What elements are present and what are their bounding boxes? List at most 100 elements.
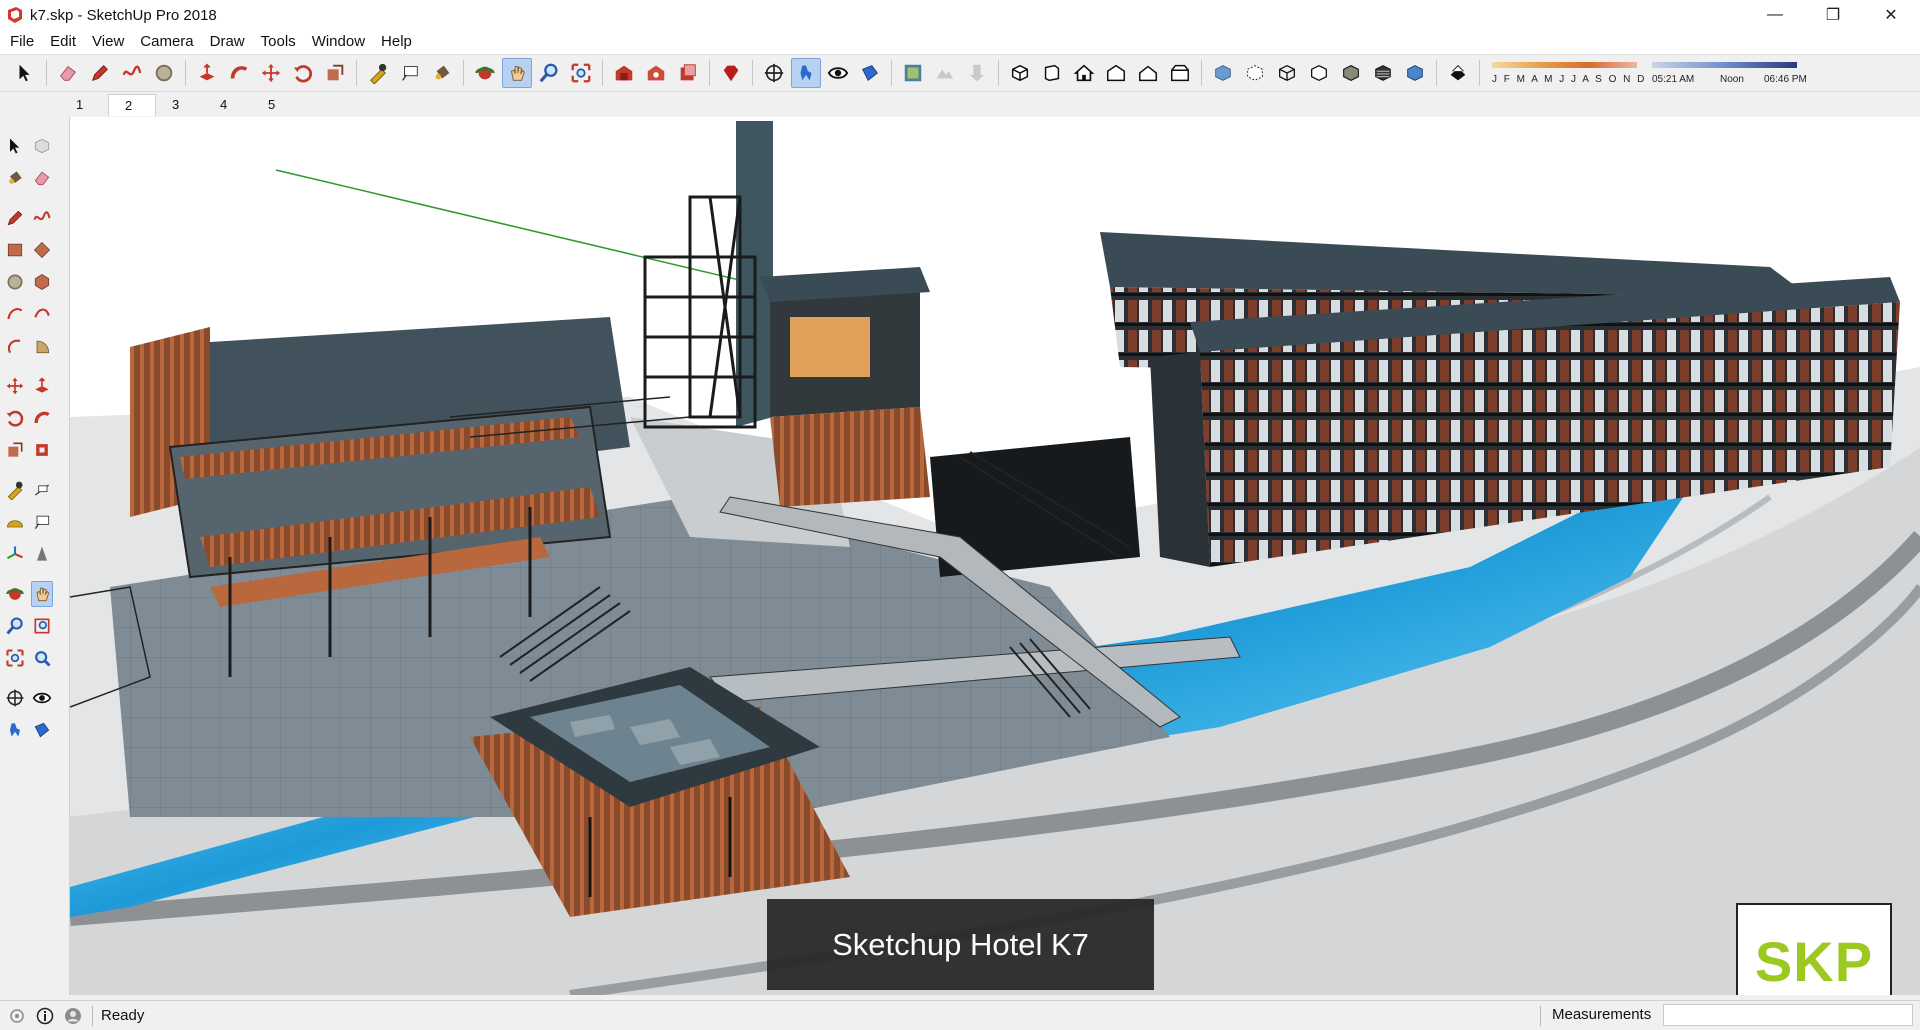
zoom-extents-tool-button[interactable] <box>5 645 26 671</box>
menu-draw[interactable]: Draw <box>202 30 253 54</box>
tape-measure-tool-button[interactable] <box>5 477 26 503</box>
shadow-time-slider[interactable]: 05:21 AM Noon 06:46 PM <box>1652 56 1807 90</box>
text-button[interactable] <box>395 58 425 88</box>
menu-camera[interactable]: Camera <box>132 30 201 54</box>
scene-tab-3[interactable]: 3 <box>156 94 204 116</box>
walk-button[interactable] <box>791 58 821 88</box>
rotate-tool-button[interactable] <box>5 405 26 431</box>
wireframe-button[interactable] <box>1272 58 1302 88</box>
scene-tab-5[interactable]: 5 <box>252 94 300 116</box>
look-around-button[interactable] <box>823 58 853 88</box>
shaded-button[interactable] <box>1336 58 1366 88</box>
follow-me-button[interactable] <box>224 58 254 88</box>
shaded-texture-button[interactable] <box>1368 58 1398 88</box>
ruby-button[interactable] <box>716 58 746 88</box>
layout-button[interactable] <box>673 58 703 88</box>
extension-warehouse-button[interactable] <box>641 58 671 88</box>
select-tool-button[interactable] <box>5 133 26 159</box>
scene-tab-2[interactable]: 2 <box>108 94 156 116</box>
zoom-extents-button[interactable] <box>566 58 596 88</box>
photo-texture-button[interactable] <box>962 58 992 88</box>
rectangle-tool-button[interactable] <box>5 237 26 263</box>
freehand-tool-button[interactable] <box>32 205 53 231</box>
minimize-button[interactable]: — <box>1746 0 1804 30</box>
zoom-tool-button[interactable] <box>5 613 26 639</box>
previous-view-tool-button[interactable] <box>32 645 53 671</box>
tape-measure-button[interactable] <box>363 58 393 88</box>
eraser-button[interactable] <box>53 58 83 88</box>
offset-tool-button[interactable] <box>32 437 53 463</box>
back-edges-button[interactable] <box>1240 58 1270 88</box>
pan-button[interactable] <box>502 58 532 88</box>
orbit-button[interactable] <box>470 58 500 88</box>
eraser-tool-button[interactable] <box>32 165 53 191</box>
shadows-button[interactable] <box>1443 58 1473 88</box>
menu-file[interactable]: File <box>2 30 42 54</box>
pan-tool-button[interactable] <box>31 581 53 607</box>
pie-tool-button[interactable] <box>32 333 53 359</box>
user-account-icon[interactable] <box>62 1005 84 1027</box>
position-camera-tool-button[interactable] <box>5 685 26 711</box>
paint-bucket-tool-button[interactable] <box>5 165 26 191</box>
menu-tools[interactable]: Tools <box>253 30 304 54</box>
pencil-button[interactable] <box>85 58 115 88</box>
scene-tab-1[interactable]: 1 <box>60 94 108 116</box>
move-tool-button[interactable] <box>5 373 26 399</box>
two-point-arc-tool-button[interactable] <box>32 301 53 327</box>
add-location-button[interactable] <box>898 58 928 88</box>
maximize-button[interactable]: ❐ <box>1804 0 1862 30</box>
three-point-arc-tool-button[interactable] <box>5 333 26 359</box>
menu-window[interactable]: Window <box>304 30 373 54</box>
follow-me-tool-button[interactable] <box>32 405 53 431</box>
polygon-tool-button[interactable] <box>32 269 53 295</box>
front-view-button[interactable] <box>1037 58 1067 88</box>
look-around-tool-button[interactable] <box>32 685 53 711</box>
right-view-button[interactable] <box>1101 58 1131 88</box>
monochrome-button[interactable] <box>1400 58 1430 88</box>
menu-help[interactable]: Help <box>373 30 420 54</box>
push-pull-button[interactable] <box>192 58 222 88</box>
toggle-terrain-button[interactable] <box>930 58 960 88</box>
dimension-tool-button[interactable] <box>32 477 53 503</box>
text-tool-button[interactable] <box>32 509 53 535</box>
top-view-button[interactable] <box>1069 58 1099 88</box>
xray-button[interactable] <box>1208 58 1238 88</box>
circle-tool-button[interactable] <box>5 269 26 295</box>
menu-edit[interactable]: Edit <box>42 30 84 54</box>
hidden-line-button[interactable] <box>1304 58 1334 88</box>
move-button[interactable] <box>256 58 286 88</box>
section-plane-tool-button[interactable] <box>32 717 53 743</box>
rotate-button[interactable] <box>288 58 318 88</box>
walk-tool-button[interactable] <box>5 717 26 743</box>
credits-icon[interactable] <box>34 1005 56 1027</box>
menu-view[interactable]: View <box>84 30 132 54</box>
back-view-button[interactable] <box>1133 58 1163 88</box>
3d-text-tool-button[interactable] <box>32 541 53 567</box>
model-viewport[interactable]: Sketchup Hotel K7 SKP <box>69 117 1920 995</box>
circle-button[interactable] <box>149 58 179 88</box>
close-button[interactable]: ✕ <box>1862 0 1920 30</box>
iso-view-button[interactable] <box>1005 58 1035 88</box>
shadow-date-slider[interactable]: J F M A M J J A S O N D <box>1492 56 1644 90</box>
arc-tool-button[interactable] <box>5 301 26 327</box>
left-view-button[interactable] <box>1165 58 1195 88</box>
component-tool-button[interactable] <box>32 133 53 159</box>
freehand-button[interactable] <box>117 58 147 88</box>
measurements-input[interactable] <box>1663 1004 1913 1026</box>
protractor-tool-button[interactable] <box>5 509 26 535</box>
axes-tool-button[interactable] <box>5 541 26 567</box>
paint-bucket-button[interactable] <box>427 58 457 88</box>
position-camera-button[interactable] <box>759 58 789 88</box>
geolocation-icon[interactable] <box>6 1005 28 1027</box>
rotated-rectangle-tool-button[interactable] <box>32 237 53 263</box>
scene-tab-4[interactable]: 4 <box>204 94 252 116</box>
zoom-button[interactable] <box>534 58 564 88</box>
scale-tool-button[interactable] <box>5 437 26 463</box>
warehouse-button[interactable] <box>609 58 639 88</box>
orbit-tool-button[interactable] <box>5 581 25 607</box>
select-button[interactable] <box>10 58 40 88</box>
scale-button[interactable] <box>320 58 350 88</box>
line-tool-button[interactable] <box>5 205 26 231</box>
push-pull-tool-button[interactable] <box>32 373 53 399</box>
zoom-window-tool-button[interactable] <box>32 613 53 639</box>
